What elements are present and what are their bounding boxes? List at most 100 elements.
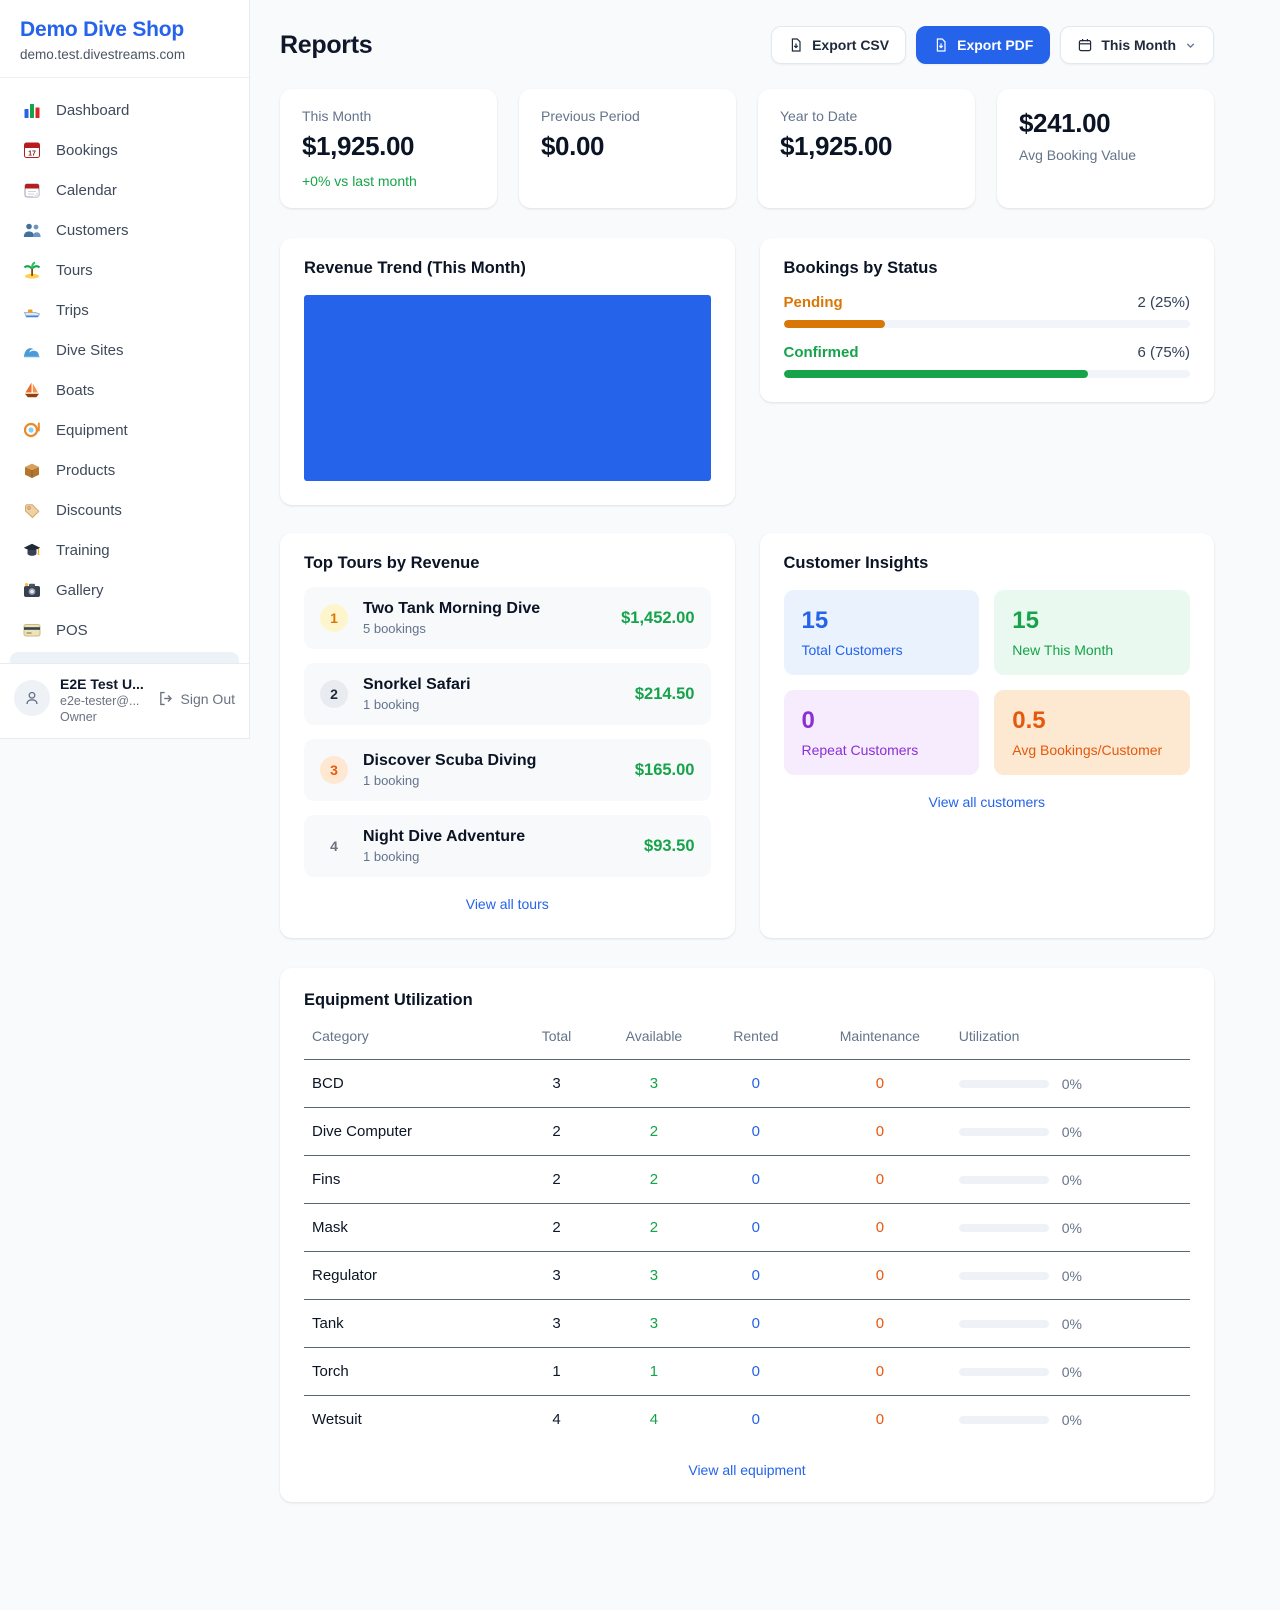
cell-total: 4: [508, 1396, 605, 1444]
cell-maintenance: 0: [809, 1060, 951, 1108]
cell-category: BCD: [304, 1060, 508, 1108]
sailboat-icon: [22, 380, 42, 400]
package-icon: [22, 460, 42, 480]
column-header-utilization: Utilization: [951, 1016, 1190, 1060]
period-selector[interactable]: This Month: [1060, 26, 1214, 64]
export-pdf-button[interactable]: Export PDF: [916, 26, 1050, 64]
sidebar-item-equipment[interactable]: Equipment: [12, 410, 237, 450]
cell-maintenance: 0: [809, 1204, 951, 1252]
view-all-tours-link[interactable]: View all tours: [466, 896, 549, 912]
cell-available: 2: [605, 1156, 702, 1204]
file-download-icon: [788, 37, 804, 53]
stat-value: $241.00: [1019, 108, 1192, 139]
customer-insights-title: Customer Insights: [784, 554, 1191, 573]
export-csv-button[interactable]: Export CSV: [771, 26, 906, 64]
stat-card-year-to-date: Year to Date $1,925.00: [758, 89, 975, 208]
person-icon: [23, 689, 41, 707]
utilization-percent: 0%: [1062, 1268, 1082, 1284]
cell-utilization: 0%: [951, 1348, 1190, 1396]
sidebar-item-training[interactable]: Training: [12, 530, 237, 570]
tour-row[interactable]: 1Two Tank Morning Dive5 bookings$1,452.0…: [304, 587, 711, 649]
sidebar-item-customers[interactable]: Customers: [12, 210, 237, 250]
tour-bookings: 1 booking: [363, 697, 471, 712]
insight-box-total-customers: 15Total Customers: [784, 590, 980, 675]
stat-label: Previous Period: [541, 108, 714, 124]
tag-icon: [22, 500, 42, 520]
status-count: 2 (25%): [1137, 294, 1190, 311]
cell-total: 2: [508, 1156, 605, 1204]
sidebar-item-tours[interactable]: Tours: [12, 250, 237, 290]
sign-out-button[interactable]: Sign Out: [157, 690, 235, 707]
cell-maintenance: 0: [809, 1300, 951, 1348]
insight-value: 0: [802, 707, 962, 735]
sidebar-item-gallery[interactable]: Gallery: [12, 570, 237, 610]
sidebar-item-calendar[interactable]: Calendar: [12, 170, 237, 210]
wave-icon: [22, 340, 42, 360]
cell-rented: 0: [703, 1300, 809, 1348]
customer-insights-card: Customer Insights 15Total Customers15New…: [760, 533, 1215, 938]
cell-category: Fins: [304, 1156, 508, 1204]
view-all-equipment-link[interactable]: View all equipment: [688, 1462, 805, 1478]
page-title: Reports: [280, 31, 372, 60]
cell-utilization: 0%: [951, 1108, 1190, 1156]
user-name: E2E Test U...: [60, 676, 144, 692]
sidebar-user-section: E2E Test U... e2e-tester@... Owner Sign …: [0, 663, 249, 738]
island-icon: [22, 260, 42, 280]
utilization-bar: [959, 1272, 1049, 1280]
top-tours-card: Top Tours by Revenue 1Two Tank Morning D…: [280, 533, 735, 938]
equipment-table-header-row: CategoryTotalAvailableRentedMaintenanceU…: [304, 1016, 1190, 1060]
cell-category: Mask: [304, 1204, 508, 1252]
tour-row[interactable]: 4Night Dive Adventure1 booking$93.50: [304, 815, 711, 877]
stat-label: Year to Date: [780, 108, 953, 124]
status-label: Confirmed: [784, 344, 859, 361]
tour-bookings: 1 booking: [363, 849, 525, 864]
sidebar-item-discounts[interactable]: Discounts: [12, 490, 237, 530]
status-progress-fill: [784, 320, 886, 328]
sidebar-item-boats[interactable]: Boats: [12, 370, 237, 410]
cell-available: 2: [605, 1108, 702, 1156]
grad-cap-icon: [22, 540, 42, 560]
table-row: Wetsuit44000%: [304, 1396, 1190, 1444]
tour-row[interactable]: 3Discover Scuba Diving1 booking$165.00: [304, 739, 711, 801]
avatar: [14, 680, 50, 716]
cell-total: 2: [508, 1108, 605, 1156]
insight-box-new-this-month: 15New This Month: [994, 590, 1190, 675]
sidebar-item-bookings[interactable]: 17Bookings: [12, 130, 237, 170]
utilization-bar: [959, 1080, 1049, 1088]
sidebar-item-active-partial[interactable]: [10, 652, 239, 663]
svg-text:17: 17: [28, 151, 36, 158]
cell-category: Wetsuit: [304, 1396, 508, 1444]
cell-available: 3: [605, 1060, 702, 1108]
insight-label: Avg Bookings/Customer: [1012, 742, 1172, 758]
revenue-trend-title: Revenue Trend (This Month): [304, 259, 711, 278]
equipment-table: CategoryTotalAvailableRentedMaintenanceU…: [304, 1016, 1190, 1443]
tour-revenue: $165.00: [635, 761, 695, 780]
sidebar-item-pos[interactable]: POS: [12, 610, 237, 650]
calendar-icon: [1077, 37, 1093, 53]
insight-label: Repeat Customers: [802, 742, 962, 758]
cell-maintenance: 0: [809, 1108, 951, 1156]
cell-category: Dive Computer: [304, 1108, 508, 1156]
utilization-percent: 0%: [1062, 1172, 1082, 1188]
bookings-by-status-card: Bookings by Status Pending2 (25%)Confirm…: [760, 238, 1215, 402]
sidebar-item-label: Boats: [56, 382, 94, 399]
sidebar-item-products[interactable]: Products: [12, 450, 237, 490]
revenue-trend-card: Revenue Trend (This Month): [280, 238, 735, 505]
sidebar-item-dive-sites[interactable]: Dive Sites: [12, 330, 237, 370]
tour-name: Two Tank Morning Dive: [363, 600, 540, 618]
stat-value: $1,925.00: [780, 131, 953, 162]
status-progress-fill: [784, 370, 1089, 378]
header-actions: Export CSV Export PDF This Month: [771, 26, 1214, 64]
insight-box-avg-bookings-customer: 0.5Avg Bookings/Customer: [994, 690, 1190, 775]
column-header-total: Total: [508, 1016, 605, 1060]
view-all-customers-link[interactable]: View all customers: [929, 794, 1045, 810]
tour-name: Discover Scuba Diving: [363, 752, 536, 770]
speedboat-icon: [22, 300, 42, 320]
sidebar-item-dashboard[interactable]: Dashboard: [12, 90, 237, 130]
status-count: 6 (75%): [1137, 344, 1190, 361]
tour-row[interactable]: 2Snorkel Safari1 booking$214.50: [304, 663, 711, 725]
stat-value: $1,925.00: [302, 131, 475, 162]
column-header-available: Available: [605, 1016, 702, 1060]
sidebar-item-trips[interactable]: Trips: [12, 290, 237, 330]
stat-label: This Month: [302, 108, 475, 124]
